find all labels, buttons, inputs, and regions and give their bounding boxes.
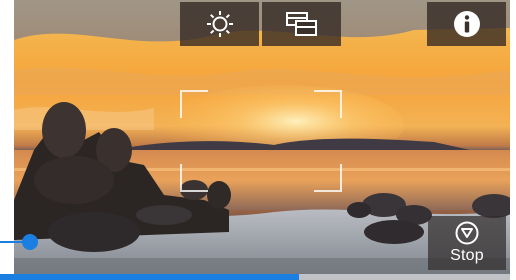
zoom-slider-handle[interactable] — [22, 234, 38, 250]
focus-corner-bottom-left — [180, 164, 208, 192]
stop-icon — [455, 221, 479, 245]
brightness-icon — [206, 11, 233, 37]
brightness-button[interactable] — [180, 2, 259, 46]
recording-progress-track — [0, 274, 516, 280]
focus-corner-top-left — [180, 90, 208, 118]
focus-corner-top-right — [314, 90, 342, 118]
display-mode-icon — [285, 12, 317, 36]
stop-label: Stop — [450, 247, 484, 264]
info-icon — [453, 11, 480, 37]
recording-progress-fill — [0, 274, 300, 280]
focus-frame — [180, 90, 342, 192]
focus-corner-bottom-right — [314, 164, 342, 192]
display-mode-button[interactable] — [262, 2, 341, 46]
info-button[interactable] — [427, 2, 506, 46]
stop-button[interactable]: Stop — [428, 216, 506, 270]
